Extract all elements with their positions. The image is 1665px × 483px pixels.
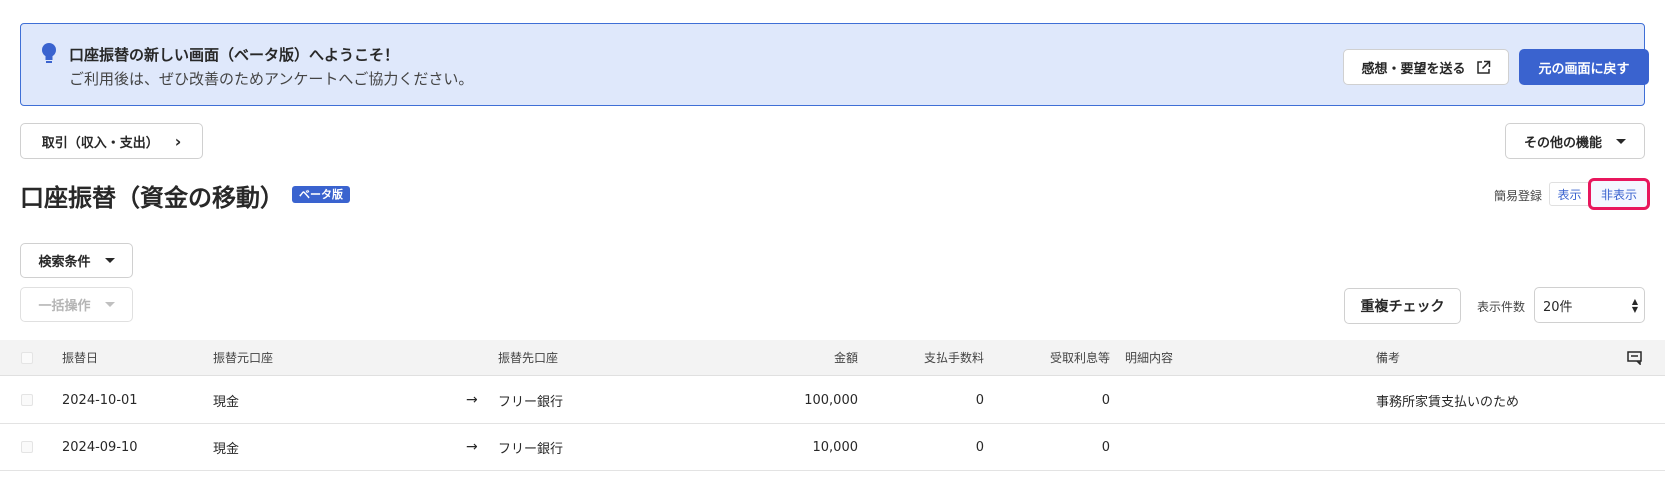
- header-amount[interactable]: 金額: [700, 340, 858, 375]
- chevron-right-icon: ›: [174, 131, 182, 151]
- banner-title: 口座振替の新しい画面（ベータ版）へようこそ！: [69, 46, 400, 64]
- breadcrumb-transactions-button[interactable]: 取引（収入・支出） ›: [20, 123, 203, 159]
- return-to-old-screen-button[interactable]: 元の画面に戻す: [1519, 49, 1649, 85]
- beta-welcome-banner: 口座振替の新しい画面（ベータ版）へようこそ！ ご利用後は、ぜひ改善のためアンケー…: [20, 23, 1649, 106]
- row-checkbox[interactable]: [21, 394, 33, 406]
- cell-interest: 0: [1101, 439, 1110, 455]
- cell-fee: 0: [975, 392, 984, 408]
- bulk-actions-button[interactable]: 一括操作: [20, 287, 133, 322]
- cell-memo: 事務所家賃支払いのため: [1376, 394, 1520, 410]
- header-interest[interactable]: 受取利息等: [990, 340, 1110, 375]
- cell-fee: 0: [975, 439, 984, 455]
- bulk-actions-label: 一括操作: [38, 299, 91, 314]
- caret-down-icon: [104, 258, 115, 263]
- select-arrows-icon: ▲ ▼: [1631, 297, 1638, 314]
- header-from-account[interactable]: 振替元口座: [213, 340, 273, 375]
- header-details[interactable]: 明細内容: [1125, 340, 1173, 375]
- page-size-select[interactable]: 20件 ▲ ▼: [1534, 287, 1645, 323]
- search-conditions-button[interactable]: 検索条件: [20, 243, 133, 278]
- banner-subtitle: ご利用後は、ぜひ改善のためアンケートへご協力ください。: [69, 70, 474, 88]
- header-memo[interactable]: 備考: [1376, 340, 1400, 375]
- header-to-account[interactable]: 振替先口座: [498, 340, 558, 375]
- row-checkbox[interactable]: [21, 441, 33, 453]
- cell-date: 2024-10-01: [62, 392, 138, 408]
- select-all-checkbox[interactable]: [21, 351, 33, 364]
- search-conditions-label: 検索条件: [38, 255, 91, 270]
- beta-badge: ベータ版: [292, 186, 350, 203]
- cell-from-account: 現金: [213, 441, 240, 457]
- page-size-label: 表示件数: [1477, 300, 1526, 314]
- cell-from-account: 現金: [213, 394, 240, 410]
- page-size-value: 20件: [1543, 299, 1573, 315]
- other-functions-button[interactable]: その他の機能: [1505, 123, 1645, 159]
- cell-to-account: フリー銀行: [498, 441, 564, 457]
- quick-register-show-button[interactable]: 表示: [1549, 182, 1590, 206]
- external-link-icon: [1476, 60, 1490, 74]
- quick-register-label: 簡易登録: [1494, 189, 1543, 203]
- cell-to-account: フリー銀行: [498, 394, 564, 410]
- send-feedback-label: 感想・要望を送る: [1361, 61, 1466, 77]
- table-row[interactable]: 2024-09-10 現金 → フリー銀行 10,000 0 0: [0, 424, 1665, 471]
- table-header: 振替日 振替元口座 振替先口座 金額 支払手数料 受取利息等 明細内容 備考: [0, 340, 1665, 376]
- arrow-right-icon: →: [466, 439, 478, 455]
- caret-down-icon: [1616, 138, 1626, 144]
- duplicate-check-button[interactable]: 重複チェック: [1344, 288, 1461, 324]
- arrow-right-icon: →: [466, 392, 478, 408]
- caret-down-icon: [104, 302, 115, 307]
- send-feedback-button[interactable]: 感想・要望を送る: [1343, 49, 1509, 85]
- cell-amount: 100,000: [804, 392, 858, 408]
- other-functions-label: その他の機能: [1523, 135, 1602, 151]
- lightbulb-icon: [42, 43, 56, 63]
- quick-register-hide-button[interactable]: 非表示: [1588, 178, 1650, 210]
- cell-amount: 10,000: [812, 439, 859, 455]
- page-title: 口座振替（資金の移動）: [20, 184, 284, 212]
- breadcrumb-label: 取引（収入・支出）: [41, 135, 159, 151]
- cell-interest: 0: [1101, 392, 1110, 408]
- header-fee[interactable]: 支払手数料: [860, 340, 984, 375]
- table-row[interactable]: 2024-10-01 現金 → フリー銀行 100,000 0 0 事務所家賃支…: [0, 377, 1665, 424]
- cell-date: 2024-09-10: [62, 439, 138, 455]
- header-date[interactable]: 振替日: [62, 340, 98, 375]
- comment-icon[interactable]: [1627, 350, 1642, 365]
